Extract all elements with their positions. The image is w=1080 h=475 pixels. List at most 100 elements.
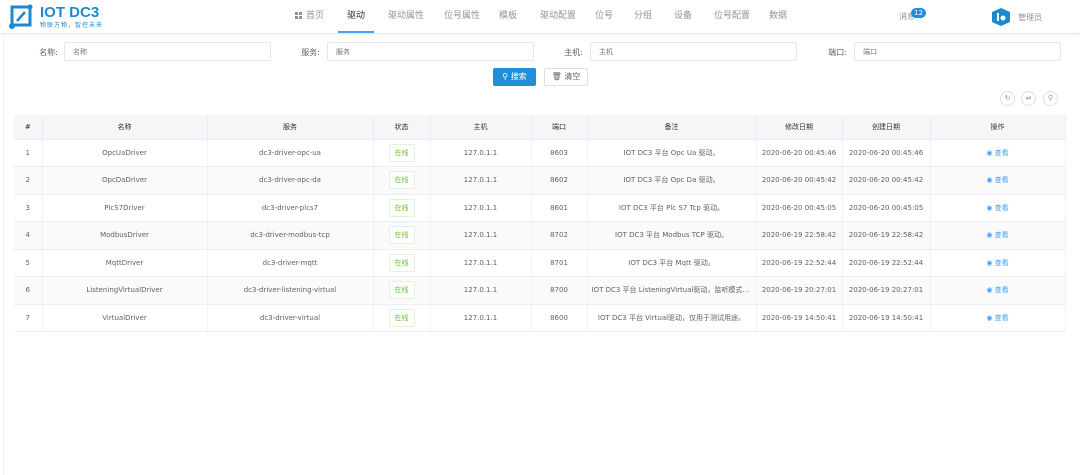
nav-item-0[interactable]: 首页: [295, 0, 324, 33]
table-cell: 在线: [373, 194, 431, 222]
nav-item-4[interactable]: 模板: [499, 0, 517, 33]
table-cell: 8603: [531, 139, 588, 167]
nav-item-7[interactable]: 分组: [634, 0, 652, 33]
table-cell: 127.0.1.1: [430, 221, 532, 250]
view-button[interactable]: ◉ 查看: [986, 176, 1008, 184]
view-button[interactable]: ◉ 查看: [986, 259, 1008, 267]
view-button[interactable]: ◉ 查看: [986, 286, 1008, 294]
table-cell: 8602: [531, 166, 588, 195]
table-cell: dc3-driver-mqtt: [207, 249, 374, 277]
table-cell: 在线: [373, 276, 431, 305]
table-cell: ◉ 查看: [930, 166, 1066, 195]
table-cell: 8601: [531, 194, 588, 222]
status-badge: 在线: [388, 226, 415, 245]
table-cell: IOT DC3 平台 Opc Ua 驱动。: [587, 139, 757, 167]
table-cell: dc3-driver-virtual: [207, 304, 374, 332]
table-cell: IOT DC3 平台 Plc S7 Tcp 驱动。: [587, 194, 757, 222]
nav-label: 模板: [499, 11, 518, 21]
status-badge: 在线: [388, 143, 415, 162]
user-menu[interactable]: 管理员: [990, 7, 1042, 27]
column-header: 备注: [587, 115, 757, 140]
column-header: 修改日期: [756, 115, 843, 140]
table-cell: 在线: [373, 304, 431, 332]
host-input[interactable]: [590, 42, 797, 61]
table-cell: 127.0.1.1: [430, 166, 532, 195]
table-cell: 127.0.1.1: [430, 249, 532, 277]
table-row[interactable]: 7 VirtualDriver dc3-driver-virtual 在线 127.0.…: [14, 304, 1066, 332]
host-label: 主机:: [564, 48, 583, 57]
messages-badge: 12: [911, 8, 926, 18]
table-cell: 在线: [373, 249, 431, 277]
search-toggle-icon[interactable]: ⚲: [1043, 91, 1058, 106]
nav-label: 驱动属性: [388, 11, 425, 21]
nav-item-10[interactable]: 数据: [769, 0, 787, 33]
eye-icon: ◉: [986, 258, 995, 267]
eye-icon: ◉: [986, 148, 995, 157]
table-row[interactable]: 5 MqttDriver dc3-driver-mqtt 在线 127.0.1.1 870…: [14, 249, 1066, 277]
nav-label: 分组: [634, 11, 653, 21]
service-input[interactable]: [327, 42, 534, 61]
table-cell: 2020-06-19 20:27:01: [756, 276, 843, 305]
nav-item-2[interactable]: 驱动属性: [388, 0, 424, 33]
view-button[interactable]: ◉ 查看: [986, 314, 1008, 322]
table-row[interactable]: 4 ModbusDriver dc3-driver-modbus-tcp 在线 127.…: [14, 221, 1066, 250]
table-cell: 在线: [373, 166, 431, 195]
table-cell: 127.0.1.1: [430, 304, 532, 332]
logo[interactable]: IOT DC3 物联万物，智控未来: [8, 4, 103, 30]
top-header: IOT DC3 物联万物，智控未来 首页 驱动 驱动属性 位号属性 模板 驱动配置 位号 分组…: [0, 0, 1080, 34]
eye-icon: ◉: [986, 286, 995, 295]
nav-label: 驱动配置: [540, 11, 577, 21]
nav-item-5[interactable]: 驱动配置: [540, 0, 576, 33]
nav-item-6[interactable]: 位号: [595, 0, 613, 33]
table-cell: 127.0.1.1: [430, 139, 532, 167]
nav-item-3[interactable]: 位号属性: [444, 0, 480, 33]
column-header: 创建日期: [842, 115, 931, 140]
reset-button[interactable]: 🗑 清空: [544, 68, 588, 86]
column-settings-icon[interactable]: ⇌: [1021, 91, 1036, 106]
table-cell: 127.0.1.1: [430, 194, 532, 222]
status-badge: 在线: [388, 308, 415, 327]
table-cell: IOT DC3 平台 Opc Da 驱动。: [587, 166, 757, 195]
column-header: 操作: [930, 115, 1066, 140]
logo-slogan: 物联万物，智控未来: [40, 22, 104, 29]
search-button[interactable]: ⚲ 搜索: [493, 68, 536, 86]
table-cell: ◉ 查看: [930, 304, 1066, 332]
column-header: 状态: [373, 115, 431, 140]
view-button[interactable]: ◉ 查看: [986, 149, 1008, 157]
table-row[interactable]: 1 OpcUaDriver dc3-driver-opc-ua 在线 127.0.1.1…: [14, 139, 1066, 167]
view-button[interactable]: ◉ 查看: [986, 231, 1008, 239]
table-cell: 2020-06-19 22:52:44: [756, 249, 843, 277]
table-cell: 1: [14, 139, 43, 167]
nav-item-1[interactable]: 驱动: [338, 0, 375, 33]
refresh-icon[interactable]: ↻: [1000, 91, 1015, 106]
logo-icon: [9, 4, 33, 29]
column-header: 主机: [430, 115, 532, 140]
logo-title: IOT DC3: [40, 4, 100, 21]
table-cell: 8700: [531, 276, 588, 305]
table-cell: 3: [14, 194, 43, 222]
port-input[interactable]: [854, 42, 1061, 61]
search-icon: ⚲: [502, 72, 511, 81]
nav-label: 驱动: [347, 11, 366, 21]
view-button[interactable]: ◉ 查看: [986, 204, 1008, 212]
table-row[interactable]: 2 OpcDaDriver dc3-driver-opc-da 在线 127.0.1.1…: [14, 166, 1066, 195]
nav-label: 首页: [306, 11, 325, 21]
table-cell: dc3-driver-opc-da: [207, 166, 374, 195]
nav-label: 位号属性: [444, 11, 481, 21]
table-cell: 2020-06-19 22:52:44: [842, 249, 931, 277]
table-row[interactable]: 6 ListeningVirtualDriver dc3-driver-listen…: [14, 276, 1066, 305]
nav-label: 设备: [674, 11, 693, 21]
table-cell: ◉ 查看: [930, 139, 1066, 167]
driver-table: # 名称 服务 状态 主机 端口 备注 修改日期 创建日期 操作 1 OpcUaDriver dc3-…: [14, 115, 1066, 332]
table-cell: OpcUaDriver: [42, 139, 208, 167]
left-divider: [3, 34, 4, 475]
table-cell: 8600: [531, 304, 588, 332]
table-row[interactable]: 3 PlcS7Driver dc3-driver-plcs7 在线 127.0.1.1 8…: [14, 194, 1066, 222]
table-cell: 在线: [373, 221, 431, 250]
nav-item-9[interactable]: 位号配置: [714, 0, 750, 33]
table-cell: 6: [14, 276, 43, 305]
status-badge: 在线: [388, 281, 415, 300]
nav-item-8[interactable]: 设备: [674, 0, 692, 33]
name-input[interactable]: [64, 42, 271, 61]
user-name: 管理员: [1018, 12, 1042, 22]
